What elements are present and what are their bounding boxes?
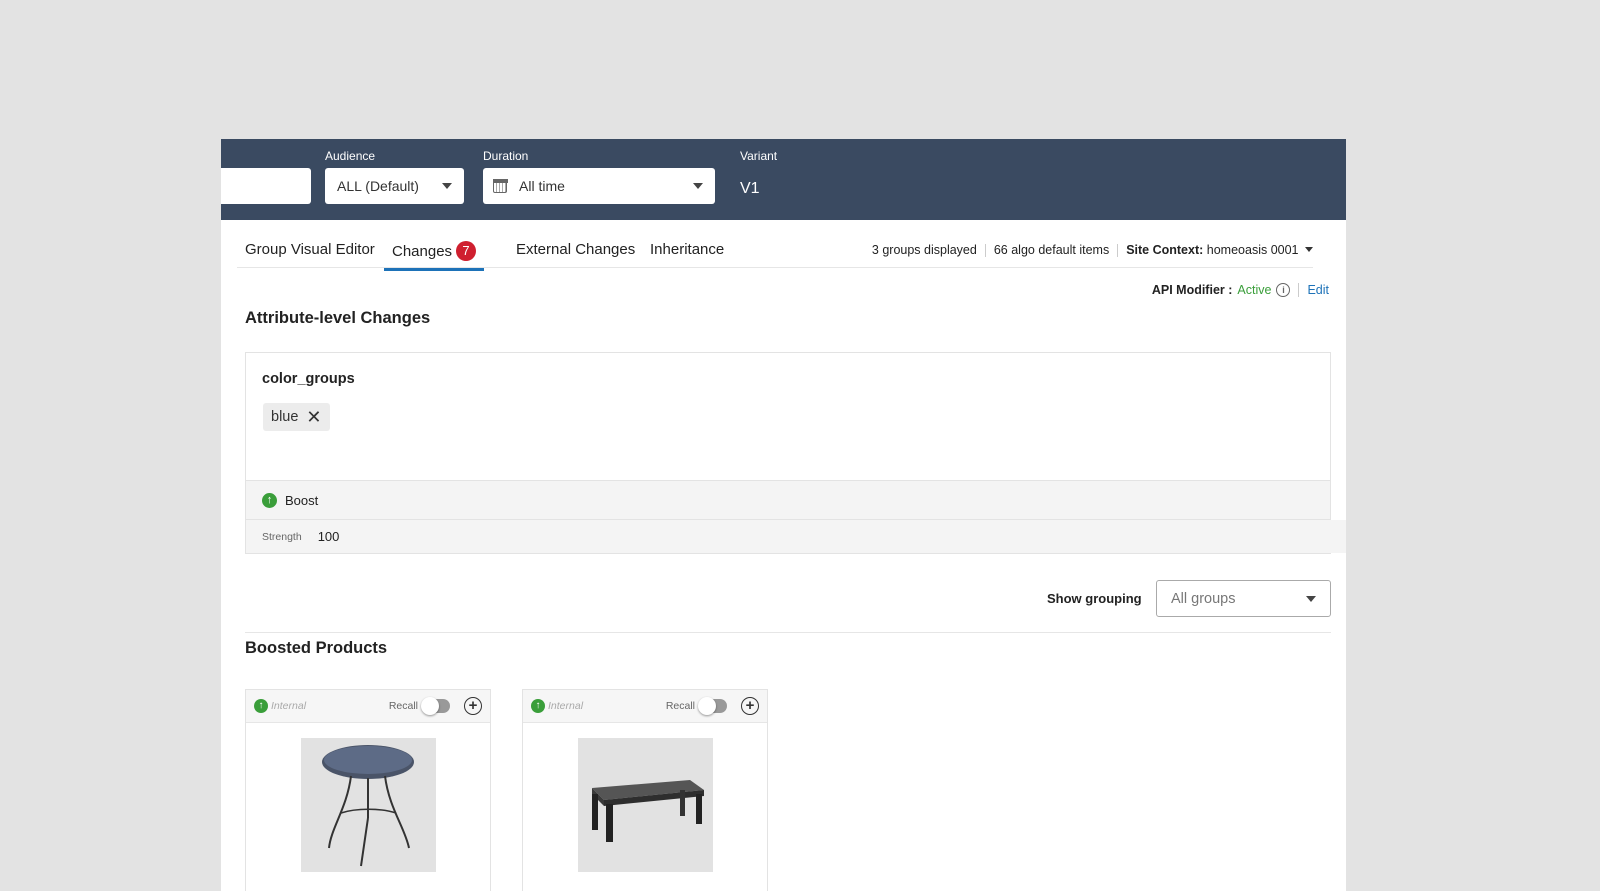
edit-link[interactable]: Edit: [1307, 283, 1329, 297]
duration-select[interactable]: All time: [483, 168, 715, 204]
chevron-down-icon: [1305, 247, 1313, 252]
tab-bar: Group Visual Editor Changes 7 External Ch…: [237, 227, 1313, 271]
tab-changes[interactable]: Changes 7: [384, 241, 485, 271]
product-card[interactable]: ↑ Internal Recall +: [522, 689, 768, 891]
chip-label: blue: [271, 409, 299, 425]
tab-group-visual-editor[interactable]: Group Visual Editor: [245, 241, 375, 265]
product-tag: Internal: [548, 700, 584, 712]
audience-select[interactable]: ALL (Default): [325, 168, 464, 204]
search-field[interactable]: [221, 168, 311, 204]
action-label: Boost: [285, 492, 319, 508]
show-grouping-label: Show grouping: [1047, 591, 1142, 606]
site-context-label: Site Context:: [1126, 243, 1204, 257]
strength-value: 100: [317, 529, 340, 544]
product-image: [578, 738, 713, 872]
api-modifier-status: Active: [1237, 283, 1272, 297]
recall-toggle[interactable]: [698, 697, 727, 715]
table-icon: [322, 745, 414, 867]
product-card-header: ↑ Internal Recall +: [523, 690, 767, 723]
filter-bar: Audience ALL (Default) Duration All time…: [221, 139, 1346, 220]
close-icon[interactable]: ✕: [306, 408, 321, 426]
boost-row: ↑ Boost: [246, 480, 1330, 520]
api-modifier-label: API Modifier :: [1151, 283, 1233, 297]
tab-external-changes[interactable]: External Changes: [516, 241, 635, 265]
calendar-icon: [492, 178, 508, 193]
site-context-selector[interactable]: Site Context: homeoasis 0001: [1126, 243, 1313, 257]
duration-value: All time: [519, 178, 565, 194]
add-icon[interactable]: +: [464, 697, 482, 715]
tab-label: Changes: [392, 243, 453, 260]
algo-default-items: 66 algo default items: [993, 243, 1110, 257]
table-icon: [592, 780, 704, 842]
attribute-name: color_groups: [262, 371, 355, 387]
add-icon[interactable]: +: [741, 697, 759, 715]
tab-label: Inheritance: [650, 241, 725, 258]
product-card-header: ↑ Internal Recall +: [246, 690, 490, 723]
groups-displayed: 3 groups displayed: [871, 243, 977, 257]
variant-value: V1: [740, 180, 760, 197]
value-chip: blue ✕: [263, 403, 330, 431]
grouping-value: All groups: [1171, 590, 1236, 607]
recall-label: Recall: [388, 700, 418, 712]
divider: [1117, 243, 1119, 257]
tab-inheritance[interactable]: Inheritance: [650, 241, 724, 265]
chevron-down-icon: [442, 183, 452, 189]
changes-count-badge: 7: [456, 241, 477, 261]
grouping-select[interactable]: All groups: [1156, 580, 1331, 617]
variant-label: Variant: [740, 149, 778, 163]
api-modifier: API Modifier : Active i Edit: [1152, 283, 1329, 297]
divider: [984, 243, 986, 257]
strength-label: Strength: [262, 530, 302, 543]
divider: [245, 632, 1331, 633]
product-card[interactable]: ↑ Internal Recall +: [245, 689, 491, 891]
site-context-value: homeoasis 0001: [1206, 243, 1299, 257]
divider: [1298, 283, 1300, 297]
recall-toggle[interactable]: [421, 697, 450, 715]
duration-label: Duration: [483, 149, 529, 163]
info-icon[interactable]: i: [1276, 283, 1291, 297]
tab-label: External Changes: [516, 241, 636, 258]
boosted-products-title: Boosted Products: [245, 639, 388, 657]
arrow-up-icon: ↑: [531, 699, 545, 713]
attribute-section-title: Attribute-level Changes: [245, 309, 431, 327]
chevron-down-icon: [693, 183, 703, 189]
strength-row: Strength 100: [246, 520, 1346, 553]
main-panel: Audience ALL (Default) Duration All time…: [221, 139, 1346, 891]
chevron-down-icon: [1306, 595, 1316, 602]
product-tag: Internal: [271, 700, 307, 712]
attribute-change-card: color_groups blue ✕ ↑ Boost Strength 100: [245, 352, 1346, 554]
recall-label: Recall: [665, 700, 695, 712]
product-image: [301, 738, 436, 872]
arrow-up-icon: ↑: [254, 699, 268, 713]
audience-value: ALL (Default): [337, 178, 419, 194]
stats-summary: 3 groups displayed 66 algo default items…: [872, 243, 1313, 257]
audience-label: Audience: [325, 149, 376, 163]
arrow-up-icon: ↑: [262, 492, 277, 508]
tab-label: Group Visual Editor: [245, 241, 375, 258]
